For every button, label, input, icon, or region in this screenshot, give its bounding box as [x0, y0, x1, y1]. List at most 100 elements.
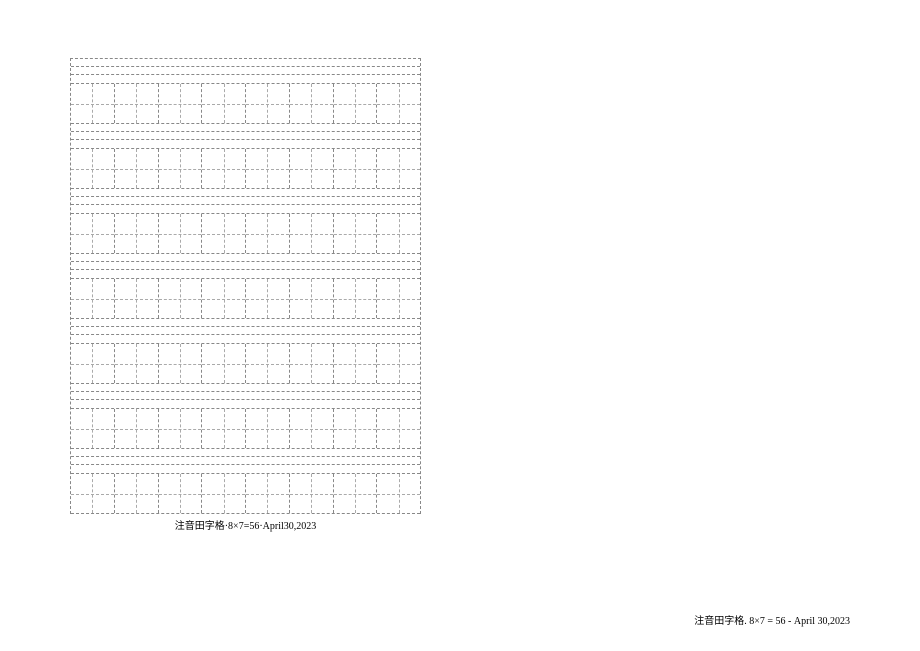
pinyin-guide-line [71, 254, 420, 262]
tianzige-cell [115, 344, 159, 383]
tianzige-cell [290, 84, 334, 123]
tianzige-cell [202, 214, 246, 253]
pinyin-guide-line [71, 205, 420, 213]
tianzige-cell [202, 279, 246, 318]
practice-sheet-page: 注音田字格·8×7=56·April30,2023 [70, 58, 421, 532]
pinyin-guide-line [71, 335, 420, 343]
tianzige-cell [71, 214, 115, 253]
tianzige-cell [290, 474, 334, 513]
pinyin-guide-rows [71, 189, 420, 213]
pinyin-guide-line [71, 392, 420, 400]
tianzige-cell [159, 344, 203, 383]
pinyin-guide-rows [71, 449, 420, 473]
character-row [71, 278, 420, 318]
pinyin-guide-line [71, 262, 420, 270]
pinyin-guide-line [71, 319, 420, 327]
tianzige-cell [115, 84, 159, 123]
tianzige-cell [115, 279, 159, 318]
grid-block [71, 384, 420, 449]
pinyin-guide-rows [71, 384, 420, 408]
pinyin-guide-line [71, 449, 420, 457]
pinyin-guide-line [71, 327, 420, 335]
pinyin-guide-line [71, 124, 420, 132]
tianzige-cell [115, 474, 159, 513]
character-row [71, 343, 420, 383]
tianzige-cell [71, 149, 115, 188]
tianzige-cell [377, 474, 420, 513]
character-row [71, 213, 420, 253]
pinyin-guide-line [71, 457, 420, 465]
pinyin-guide-rows [71, 254, 420, 278]
tianzige-cell [334, 279, 378, 318]
tianzige-cell [71, 409, 115, 448]
grid-block [71, 59, 420, 124]
grid-block [71, 449, 420, 514]
tianzige-cell [246, 214, 290, 253]
character-row [71, 83, 420, 123]
tianzige-cell [115, 149, 159, 188]
pinyin-guide-line [71, 67, 420, 75]
tianzige-cell [246, 344, 290, 383]
pinyin-guide-line [71, 132, 420, 140]
tianzige-cell [334, 214, 378, 253]
pinyin-guide-line [71, 465, 420, 473]
pinyin-guide-rows [71, 59, 420, 83]
tianzige-cell [377, 84, 420, 123]
tianzige-cell [202, 344, 246, 383]
tianzige-cell [202, 474, 246, 513]
pinyin-guide-line [71, 75, 420, 83]
tianzige-cell [290, 149, 334, 188]
tianzige-cell [334, 149, 378, 188]
tianzige-cell [202, 409, 246, 448]
character-row [71, 148, 420, 188]
tianzige-cell [377, 344, 420, 383]
pinyin-guide-line [71, 384, 420, 392]
tianzige-cell [115, 214, 159, 253]
tianzige-grid [70, 58, 421, 514]
tianzige-cell [115, 409, 159, 448]
tianzige-cell [377, 279, 420, 318]
tianzige-cell [290, 409, 334, 448]
tianzige-cell [71, 344, 115, 383]
tianzige-cell [71, 84, 115, 123]
tianzige-cell [71, 279, 115, 318]
tianzige-cell [159, 279, 203, 318]
tianzige-cell [377, 214, 420, 253]
pinyin-guide-rows [71, 319, 420, 343]
tianzige-cell [159, 214, 203, 253]
tianzige-cell [246, 474, 290, 513]
tianzige-cell [159, 84, 203, 123]
pinyin-guide-line [71, 197, 420, 205]
grid-block [71, 319, 420, 384]
tianzige-cell [290, 344, 334, 383]
tianzige-cell [159, 149, 203, 188]
tianzige-cell [71, 474, 115, 513]
grid-block [71, 124, 420, 189]
pinyin-guide-line [71, 59, 420, 67]
grid-block [71, 189, 420, 254]
tianzige-cell [202, 84, 246, 123]
pinyin-guide-line [71, 400, 420, 408]
tianzige-cell [290, 214, 334, 253]
tianzige-cell [377, 149, 420, 188]
tianzige-cell [290, 279, 334, 318]
pinyin-guide-line [71, 270, 420, 278]
character-row [71, 473, 420, 513]
tianzige-cell [334, 474, 378, 513]
tianzige-cell [334, 84, 378, 123]
grid-block [71, 254, 420, 319]
tianzige-cell [246, 84, 290, 123]
tianzige-cell [246, 149, 290, 188]
caption-left: 注音田字格·8×7=56·April30,2023 [70, 517, 421, 532]
pinyin-guide-rows [71, 124, 420, 148]
tianzige-cell [246, 409, 290, 448]
pinyin-guide-line [71, 189, 420, 197]
tianzige-cell [159, 409, 203, 448]
tianzige-cell [334, 344, 378, 383]
tianzige-cell [334, 409, 378, 448]
character-row [71, 408, 420, 448]
tianzige-cell [202, 149, 246, 188]
pinyin-guide-line [71, 140, 420, 148]
caption-right: 注音田字格. 8×7 = 56 - April 30,2023 [694, 612, 850, 627]
tianzige-cell [246, 279, 290, 318]
